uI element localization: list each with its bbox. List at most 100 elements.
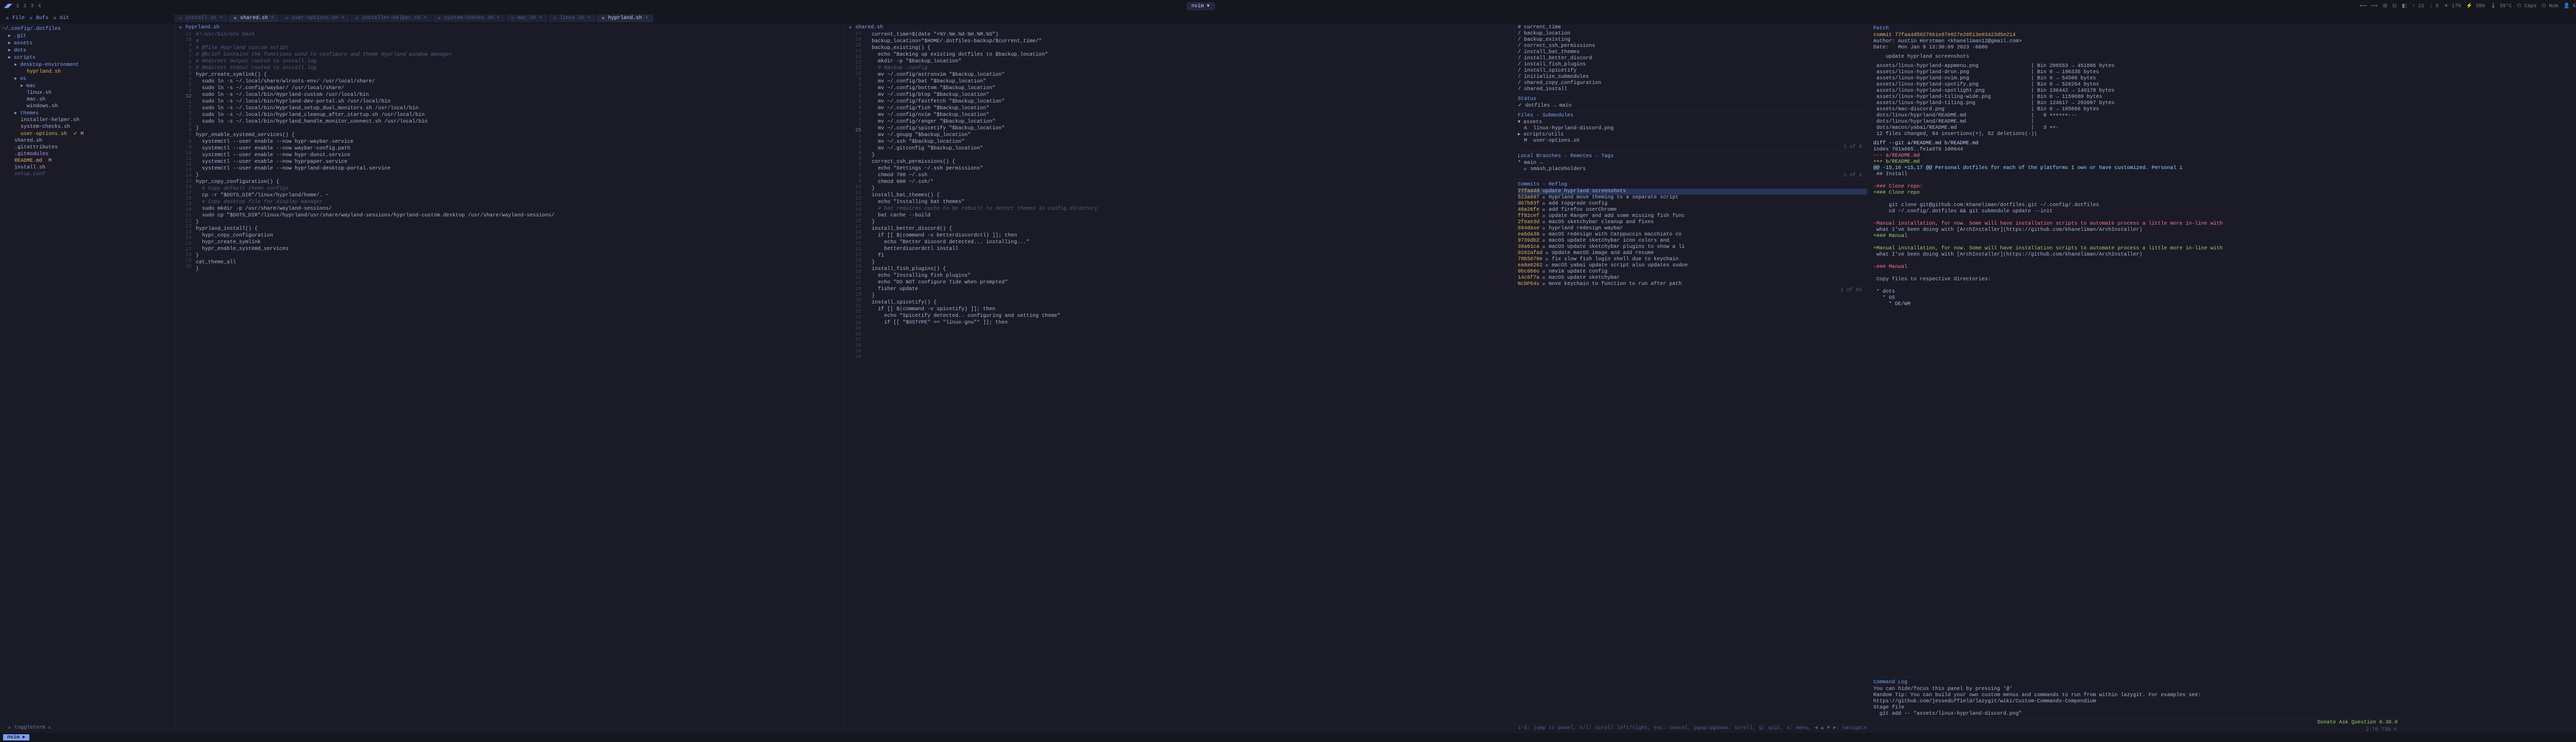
files-panel[interactable]: Files - Submodules ▾ assets A linux-hypr… <box>1515 111 1870 151</box>
tree-item[interactable]: shared.sh <box>2 138 173 144</box>
toggleterm-label[interactable]: 󰆍 toggleterm 󰌾 <box>4 724 56 732</box>
status-branch: ✓ dotfiles → main <box>1518 103 1867 109</box>
tree-item[interactable]: ▸ dots <box>2 47 173 54</box>
commit-item[interactable]: 694dase 󰜄 hyprland redesign waybar <box>1518 226 1867 232</box>
outline-item[interactable]: / correct_ssh_permissions <box>1518 43 1867 49</box>
tree-item[interactable]: ▸ scripts <box>2 54 173 61</box>
file-item[interactable]: M user-options.sh <box>1518 138 1867 144</box>
patch-panel[interactable]: Patch commit 77faa4d5027661e87e027e20513… <box>1870 24 2401 678</box>
commit-item[interactable]: ea6da38 󰜄 macOS redesign with Catppuccin… <box>1518 232 1867 238</box>
window-title[interactable]: nvim ▾ <box>1187 2 1215 10</box>
close-icon[interactable]: × <box>271 15 274 21</box>
close-icon[interactable]: × <box>645 15 648 21</box>
commit-item[interactable]: 46a26fe 󰜄 add firefox userChrome <box>1518 207 1867 213</box>
tree-item[interactable]: install.sh <box>2 164 173 171</box>
tree-item[interactable]: .gitattributes <box>2 144 173 151</box>
tab-hyprland-sh[interactable]: 󰈔 hyprland.sh× <box>597 14 653 22</box>
outline-item[interactable]: / backup_location <box>1518 31 1867 37</box>
commit-item[interactable]: 0202afad 󰜄 Update macOS image and add re… <box>1518 250 1867 257</box>
tree-item[interactable]: user-options.sh ✓ M <box>2 130 173 138</box>
commit-item[interactable]: 9739db2 󰜄 macOS update sketchybar icon c… <box>1518 238 1867 244</box>
tab-install-sh[interactable]: 󰈔 install.sh× <box>174 14 228 22</box>
tab-linux-sh[interactable]: 󰈔 linux.sh× <box>548 14 596 22</box>
workspace-4[interactable]: 4 <box>38 4 41 9</box>
outline-panel[interactable]: # current_time/ backup_location/ backup_… <box>1515 24 1870 94</box>
file-item[interactable]: ▸ scripts/utils <box>1518 132 1867 138</box>
code-left[interactable]: #!/usr/bin/env bash## @file Hyprland cus… <box>196 31 844 733</box>
close-icon[interactable]: × <box>539 15 542 21</box>
outline-item[interactable]: # current_time <box>1518 25 1867 31</box>
lazygit-donate[interactable]: Donate Ask Question 0.36.0 <box>2317 720 2398 726</box>
nav-arrows-icon[interactable]: ⟵ ⟶ <box>2360 3 2378 9</box>
tree-item[interactable]: README.md M <box>2 158 173 164</box>
tray-icon-3[interactable]: ◧ <box>2402 3 2406 9</box>
commits-panel[interactable]: Commits - Reflog 77faa4d update hyprland… <box>1515 180 1870 724</box>
outline-item[interactable]: / install_bat_themes <box>1518 49 1867 56</box>
tree-item[interactable]: ▸ themes <box>2 110 173 117</box>
filetree-tab-file[interactable]: 󰈔 File <box>6 15 25 21</box>
outline-item[interactable]: / shared_copy_configuration <box>1518 80 1867 87</box>
workspace-2[interactable]: 2 <box>23 4 26 9</box>
tree-root[interactable]: ~/.config/.dotfiles <box>2 26 173 32</box>
close-icon[interactable]: × <box>219 15 223 21</box>
tray-icon-1[interactable]: ⊞ <box>2383 3 2387 9</box>
tab-installer-helper-sh[interactable]: 󰈔 installer-helper.sh× <box>350 14 432 22</box>
branches-panel[interactable]: Local Branches - Remotes - Tags * main →… <box>1515 151 1870 180</box>
branch-item[interactable]: * main → <box>1518 160 1867 166</box>
file-item[interactable]: ▾ assets <box>1518 120 1867 126</box>
user-label[interactable]: 👤 KHANELIMAN <box>2564 3 2576 9</box>
close-icon[interactable]: × <box>423 15 427 21</box>
tree-item[interactable]: .gitmodules <box>2 151 173 158</box>
outline-item[interactable]: / install_fish_plugins <box>1518 62 1867 68</box>
commit-item[interactable]: 14c6f7a 󰜄 macOS update sketchybar <box>1518 275 1867 281</box>
commit-item[interactable]: 78b5670e 󰜄 fix slow fish login shell due… <box>1518 257 1867 263</box>
branch-item[interactable]: 󰳟 smash_placeholders <box>1518 166 1867 173</box>
close-icon[interactable]: × <box>497 15 500 21</box>
outline-item[interactable]: / backup_existing <box>1518 37 1867 43</box>
arch-logo-icon[interactable]: ◢◤ <box>4 3 12 9</box>
file-item[interactable]: A linux-hyprland-discord.png <box>1518 126 1867 132</box>
outline-item[interactable]: / install_better_discord <box>1518 56 1867 62</box>
commit-item[interactable]: ff82cef 󰜄 update Ranger and add some mis… <box>1518 213 1867 220</box>
outline-item[interactable]: / shared_install <box>1518 87 1867 93</box>
tree-item[interactable]: linux.sh <box>2 90 173 96</box>
tree-item[interactable]: ▸ mac <box>2 82 173 90</box>
tree-item[interactable]: windows.sh <box>2 103 173 110</box>
tree-item[interactable]: system-checks.sh <box>2 124 173 130</box>
close-icon[interactable]: × <box>587 15 590 21</box>
tree-item[interactable]: hyprland.sh <box>2 69 173 75</box>
status-panel[interactable]: Status ✓ dotfiles → main <box>1515 94 1870 111</box>
tree-item[interactable]: ▸ assets <box>2 40 173 47</box>
patch-filestat: assets/linux-hyprland-appmenu.png | Bin … <box>1873 63 2398 70</box>
cmdlog-panel[interactable]: Command Log You can hide/focus this pane… <box>1870 678 2401 719</box>
file-tree[interactable]: ~/.config/.dotfiles ▸ .git ▸ assets ▸ do… <box>0 24 175 733</box>
outline-item[interactable]: / install_spicetify <box>1518 68 1867 74</box>
tab-system-checks-sh[interactable]: 󰈔 system-checks.sh× <box>433 14 505 22</box>
filetree-tab-bufs[interactable]: 󰈙 Bufs <box>30 15 48 21</box>
filetree-tab-git[interactable]: 󰊢 Git <box>54 15 69 21</box>
tree-item[interactable]: mac.sh <box>2 96 173 103</box>
close-icon[interactable]: × <box>341 15 344 21</box>
code-right[interactable]: current_time=$(date "+%Y.%m.%d-%H.%M.%S"… <box>866 31 1514 733</box>
commit-item[interactable]: d67b83f 󰜄 add topgrade config <box>1518 201 1867 207</box>
tree-item[interactable]: setup.conf <box>2 171 173 178</box>
tab-user-options-sh[interactable]: 󰈔 user-options.sh× <box>280 14 349 22</box>
tree-item[interactable]: ▸ desktop-environment <box>2 61 173 69</box>
brightness-stat[interactable]: ☀ 17% <box>2444 3 2461 9</box>
commit-item[interactable]: NcbP64s 󰜄 move keychain to function to r… <box>1518 281 1867 288</box>
tree-item[interactable]: ▸ .git <box>2 32 173 40</box>
workspace-3[interactable]: 3 <box>30 4 33 9</box>
commit-item[interactable]: 0bc6b6o 󰜄 nmvim update config <box>1518 269 1867 275</box>
outline-item[interactable]: / initialize_submodules <box>1518 74 1867 80</box>
tab-mac-sh[interactable]: 󰈔 mac.sh× <box>506 14 547 22</box>
tray-icon-2[interactable]: ⊡ <box>2393 3 2397 9</box>
commit-item[interactable]: 38a01ca 󰜄 macOS Update sketchybar plugin… <box>1518 244 1867 250</box>
commit-item[interactable]: ea8a0262 󰜄 macOS yabai update script als… <box>1518 263 1867 269</box>
tree-item[interactable]: ▸ os <box>2 75 173 82</box>
commit-item[interactable]: 2feae3d 󰜄 macOS sketchybar cleanup and f… <box>1518 220 1867 226</box>
commit-item[interactable]: 77faa4d update hyprland screenshots <box>1518 189 1867 195</box>
tab-shared-sh[interactable]: 󰈔 shared.sh× <box>229 14 279 22</box>
workspace-1[interactable]: 1 <box>16 4 19 9</box>
commit-item[interactable]: 523a697 󰜄 Hyprland move theming to a sep… <box>1518 195 1867 201</box>
tree-item[interactable]: installer-helper.sh <box>2 117 173 124</box>
